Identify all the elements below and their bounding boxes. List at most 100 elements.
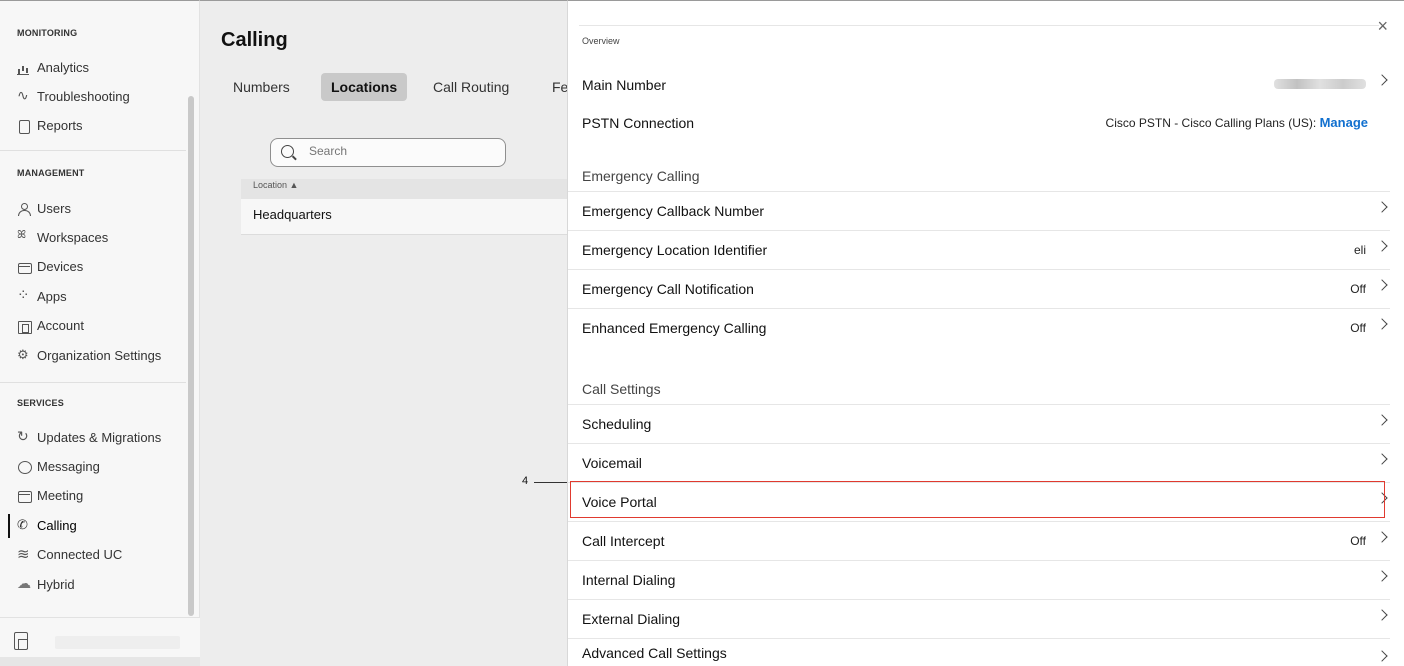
- section-services: SERVICES: [17, 398, 64, 408]
- pstn-value: Cisco PSTN - Cisco Calling Plans (US): M…: [1105, 115, 1368, 130]
- row-advanced-call-settings[interactable]: Advanced Call Settings: [568, 638, 1390, 666]
- sidebar-item-label: Troubleshooting: [37, 89, 130, 104]
- chevron-right-icon: [1376, 531, 1388, 543]
- tab-numbers[interactable]: Numbers: [233, 79, 290, 95]
- section-management: MANAGEMENT: [17, 168, 85, 178]
- user-icon: [17, 202, 31, 216]
- row-label: PSTN Connection: [582, 114, 695, 131]
- sidebar-item-label: Reports: [37, 118, 83, 133]
- row-enhanced-emergency-calling[interactable]: Enhanced Emergency Calling Off: [568, 308, 1390, 347]
- sidebar-item-troubleshooting[interactable]: Troubleshooting: [17, 87, 130, 105]
- voice-portal-highlight: [570, 481, 1385, 518]
- sidebar-item-updates-migrations[interactable]: Updates & Migrations: [17, 428, 162, 446]
- chevron-right-icon: [1376, 650, 1388, 662]
- row-scheduling[interactable]: Scheduling: [568, 404, 1390, 443]
- sidebar-footer-strip: [0, 657, 200, 666]
- chevron-right-icon: [1376, 414, 1388, 426]
- report-icon: [17, 119, 31, 134]
- row-emergency-callback-number[interactable]: Emergency Callback Number: [568, 191, 1390, 230]
- sidebar-item-label: Account: [37, 318, 84, 333]
- sidebar-item-label: Calling: [37, 518, 77, 533]
- sidebar-item-label: Apps: [37, 289, 67, 304]
- sidebar-item-devices[interactable]: Devices: [17, 259, 83, 274]
- row-value: Off: [1350, 321, 1366, 335]
- main-number-value-redacted: [1274, 78, 1366, 92]
- location-column-header[interactable]: Location ▲: [241, 179, 571, 199]
- meeting-icon: [17, 489, 32, 503]
- close-icon[interactable]: ×: [1377, 17, 1388, 35]
- sidebar-item-label: Devices: [37, 259, 84, 274]
- row-call-intercept[interactable]: Call Intercept Off: [568, 521, 1390, 560]
- row-label: Enhanced Emergency Calling: [582, 320, 767, 336]
- row-label: Call Intercept: [582, 533, 665, 549]
- search-box[interactable]: [270, 138, 506, 167]
- sidebar-item-label: Connected UC: [37, 547, 123, 562]
- sidebar-item-label: Updates & Migrations: [37, 430, 162, 445]
- sidebar-scrollbar[interactable]: [188, 96, 194, 616]
- chevron-right-icon: [1376, 240, 1388, 252]
- table-row[interactable]: Headquarters: [241, 199, 571, 235]
- search-input[interactable]: [309, 144, 489, 158]
- manage-link[interactable]: Manage: [1320, 115, 1368, 130]
- row-label: Advanced Call Settings: [582, 645, 727, 661]
- sidebar-item-organization-settings[interactable]: Organization Settings: [17, 347, 161, 364]
- tab-locations[interactable]: Locations: [321, 73, 408, 101]
- row-main-number[interactable]: Main Number: [568, 65, 1390, 104]
- row-label: Scheduling: [582, 416, 652, 432]
- row-value: Off: [1350, 282, 1366, 296]
- sidebar-item-messaging[interactable]: Messaging: [17, 459, 100, 474]
- chevron-right-icon: [1376, 279, 1388, 291]
- section-call-settings: Call Settings: [582, 381, 661, 397]
- tab-call-routing[interactable]: Call Routing: [433, 79, 509, 95]
- sidebar-item-analytics[interactable]: Analytics: [17, 60, 89, 75]
- gear-icon: [17, 347, 31, 363]
- cloud-icon: [17, 575, 31, 592]
- tab-features[interactable]: Fe: [552, 79, 568, 95]
- device-icon: [17, 260, 32, 274]
- section-monitoring: MONITORING: [17, 28, 78, 38]
- sidebar-item-meeting[interactable]: Meeting: [17, 488, 83, 503]
- sidebar-item-label: Users: [37, 201, 71, 216]
- pulse-icon: [17, 87, 31, 104]
- bar-chart-icon: [17, 61, 31, 75]
- sidebar-item-label: Meeting: [37, 488, 84, 503]
- sidebar-item-reports[interactable]: Reports: [17, 118, 83, 134]
- row-emergency-call-notification[interactable]: Emergency Call Notification Off: [568, 269, 1390, 308]
- chevron-right-icon: [1376, 609, 1388, 621]
- sidebar-item-workspaces[interactable]: Workspaces: [17, 229, 109, 246]
- overview-label: Overview: [582, 36, 620, 46]
- chevron-right-icon: [1376, 201, 1388, 213]
- sidebar-item-account[interactable]: Account: [17, 318, 84, 334]
- sidebar-item-label: Analytics: [37, 60, 90, 75]
- row-voicemail[interactable]: Voicemail: [568, 443, 1390, 482]
- sidebar-item-hybrid[interactable]: Hybrid: [17, 575, 75, 593]
- sidebar-divider: [0, 150, 186, 151]
- row-label: External Dialing: [582, 611, 681, 627]
- search-icon: [281, 145, 294, 158]
- phone-icon: [17, 517, 31, 533]
- sidebar: MONITORING Analytics Troubleshooting Rep…: [0, 0, 200, 666]
- account-icon: [17, 319, 32, 334]
- section-emergency-calling: Emergency Calling: [582, 168, 700, 184]
- sidebar-item-label: Workspaces: [37, 230, 109, 245]
- sidebar-item-connected-uc[interactable]: Connected UC: [17, 545, 123, 563]
- sidebar-divider: [0, 382, 186, 383]
- organization-icon: [14, 632, 28, 650]
- sidebar-item-apps[interactable]: Apps: [17, 286, 67, 305]
- org-name-redacted: [55, 636, 180, 649]
- sidebar-item-calling[interactable]: Calling: [17, 517, 77, 534]
- row-external-dialing[interactable]: External Dialing: [568, 599, 1390, 638]
- apps-icon: [17, 286, 31, 304]
- sidebar-item-label: Messaging: [37, 459, 100, 474]
- callout-line: [534, 482, 570, 483]
- row-internal-dialing[interactable]: Internal Dialing: [568, 560, 1390, 599]
- row-label: Emergency Call Notification: [582, 281, 754, 297]
- row-emergency-location-identifier[interactable]: Emergency Location Identifier eli: [568, 230, 1390, 269]
- sidebar-item-users[interactable]: Users: [17, 201, 71, 216]
- workspaces-icon: [17, 229, 31, 245]
- row-label: Voicemail: [582, 455, 642, 471]
- panel-divider: [579, 25, 1379, 26]
- chevron-right-icon: [1376, 318, 1388, 330]
- connected-uc-icon: [17, 545, 31, 563]
- row-value: Off: [1350, 534, 1366, 548]
